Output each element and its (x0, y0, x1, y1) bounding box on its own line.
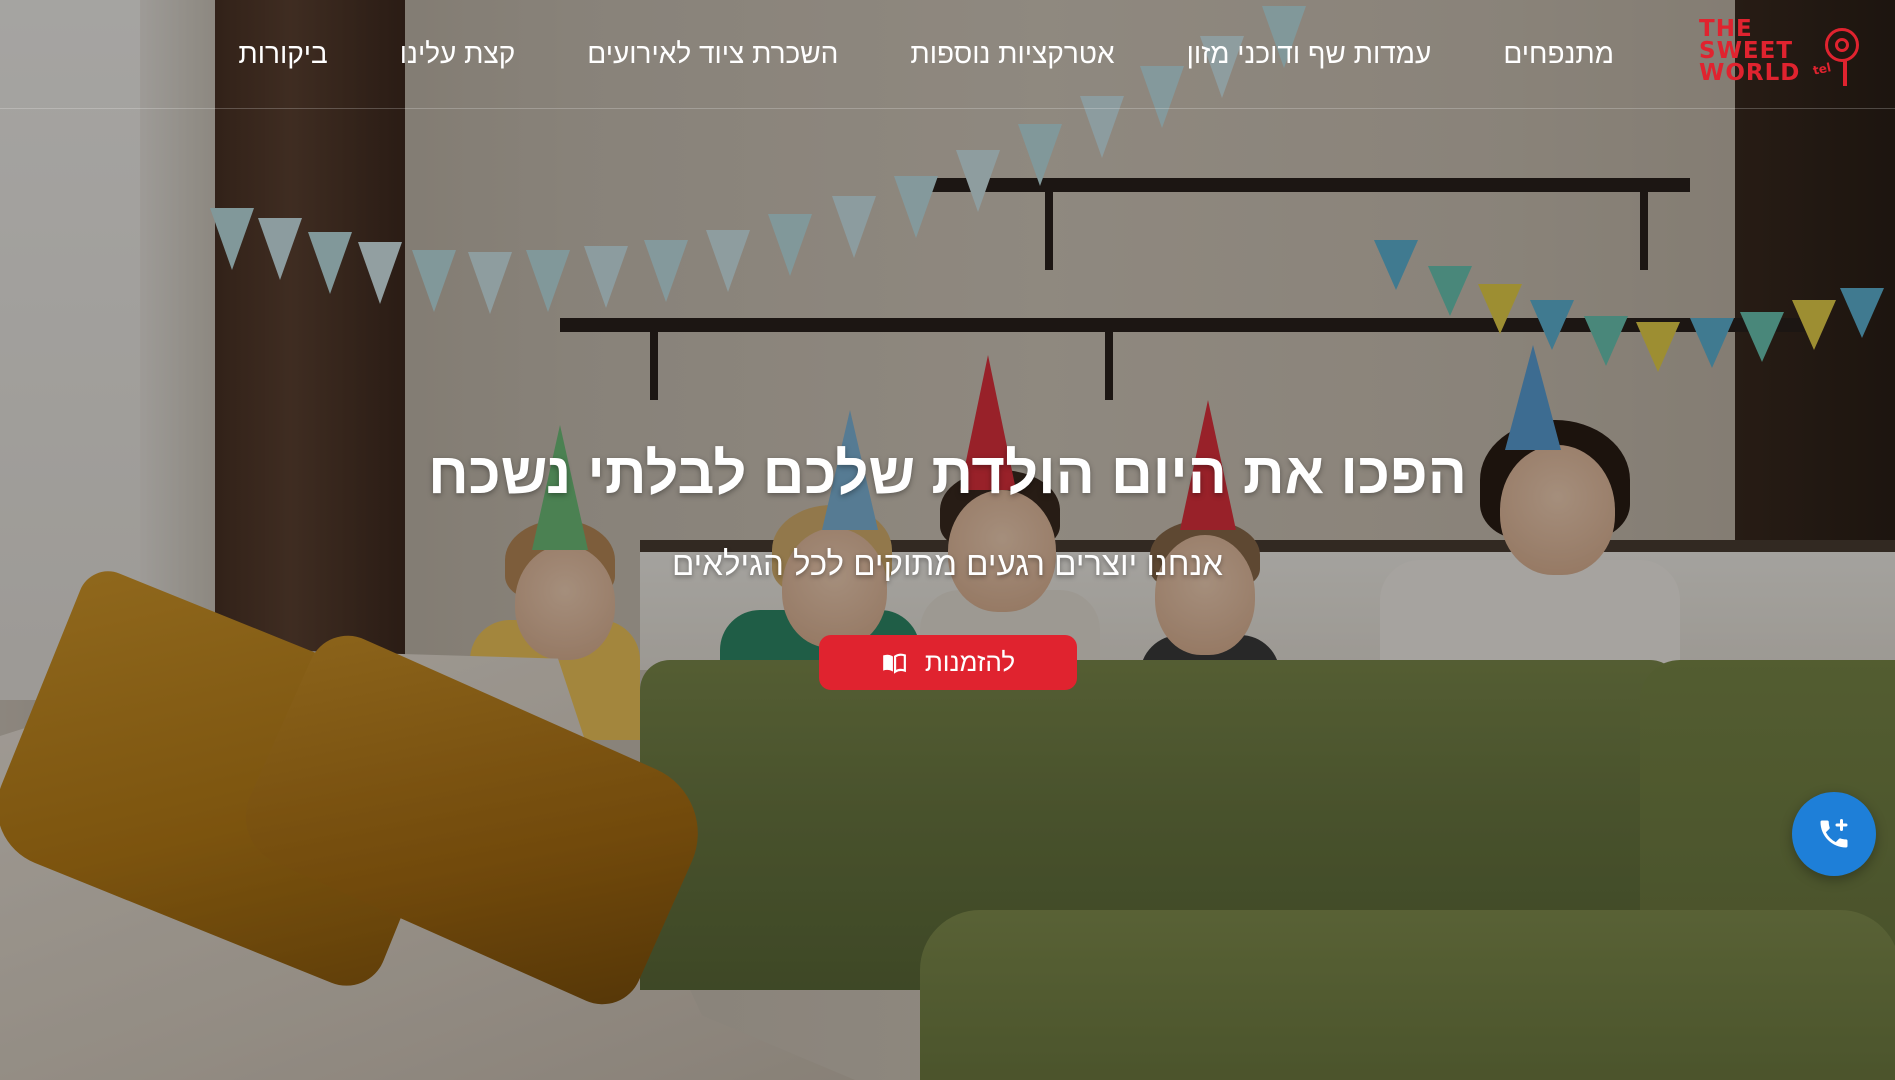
nav-item-inflatables[interactable]: מתנפחים (1467, 38, 1650, 70)
hero-background-image (0, 0, 1895, 1080)
lollipop-stick (1843, 60, 1847, 86)
order-button[interactable]: להזמנות (819, 635, 1077, 690)
hero-title: הפכו את היום הולדת שלכם לבלתי נשכח (428, 441, 1467, 506)
call-button[interactable] (1792, 792, 1876, 876)
nav-item-reviews[interactable]: ביקורות (202, 38, 363, 70)
order-button-label: להזמנות (924, 647, 1016, 677)
phone-add-icon (1820, 819, 1848, 848)
site-logo[interactable]: THE SWEET WORLD tel (1699, 18, 1859, 90)
site-header: THE SWEET WORLD tel מתנפחים עמדות שף ודו… (0, 0, 1895, 109)
lollipop-icon (1825, 28, 1859, 62)
nav-item-chef-stations[interactable]: עמדות שף ודוכני מזון (1151, 38, 1468, 70)
nav-item-about[interactable]: קצת עלינו (364, 38, 551, 70)
nav-item-equipment-rental[interactable]: השכרת ציוד לאירועים (551, 38, 874, 70)
main-nav: מתנפחים עמדות שף ודוכני מזון אטרקציות נו… (202, 0, 1650, 108)
hero-subtitle: אנחנו יוצרים רגעים מתוקים לכל הגילאים (671, 545, 1224, 582)
nav-item-attractions[interactable]: אטרקציות נוספות (874, 38, 1150, 70)
book-open-icon (882, 653, 906, 674)
